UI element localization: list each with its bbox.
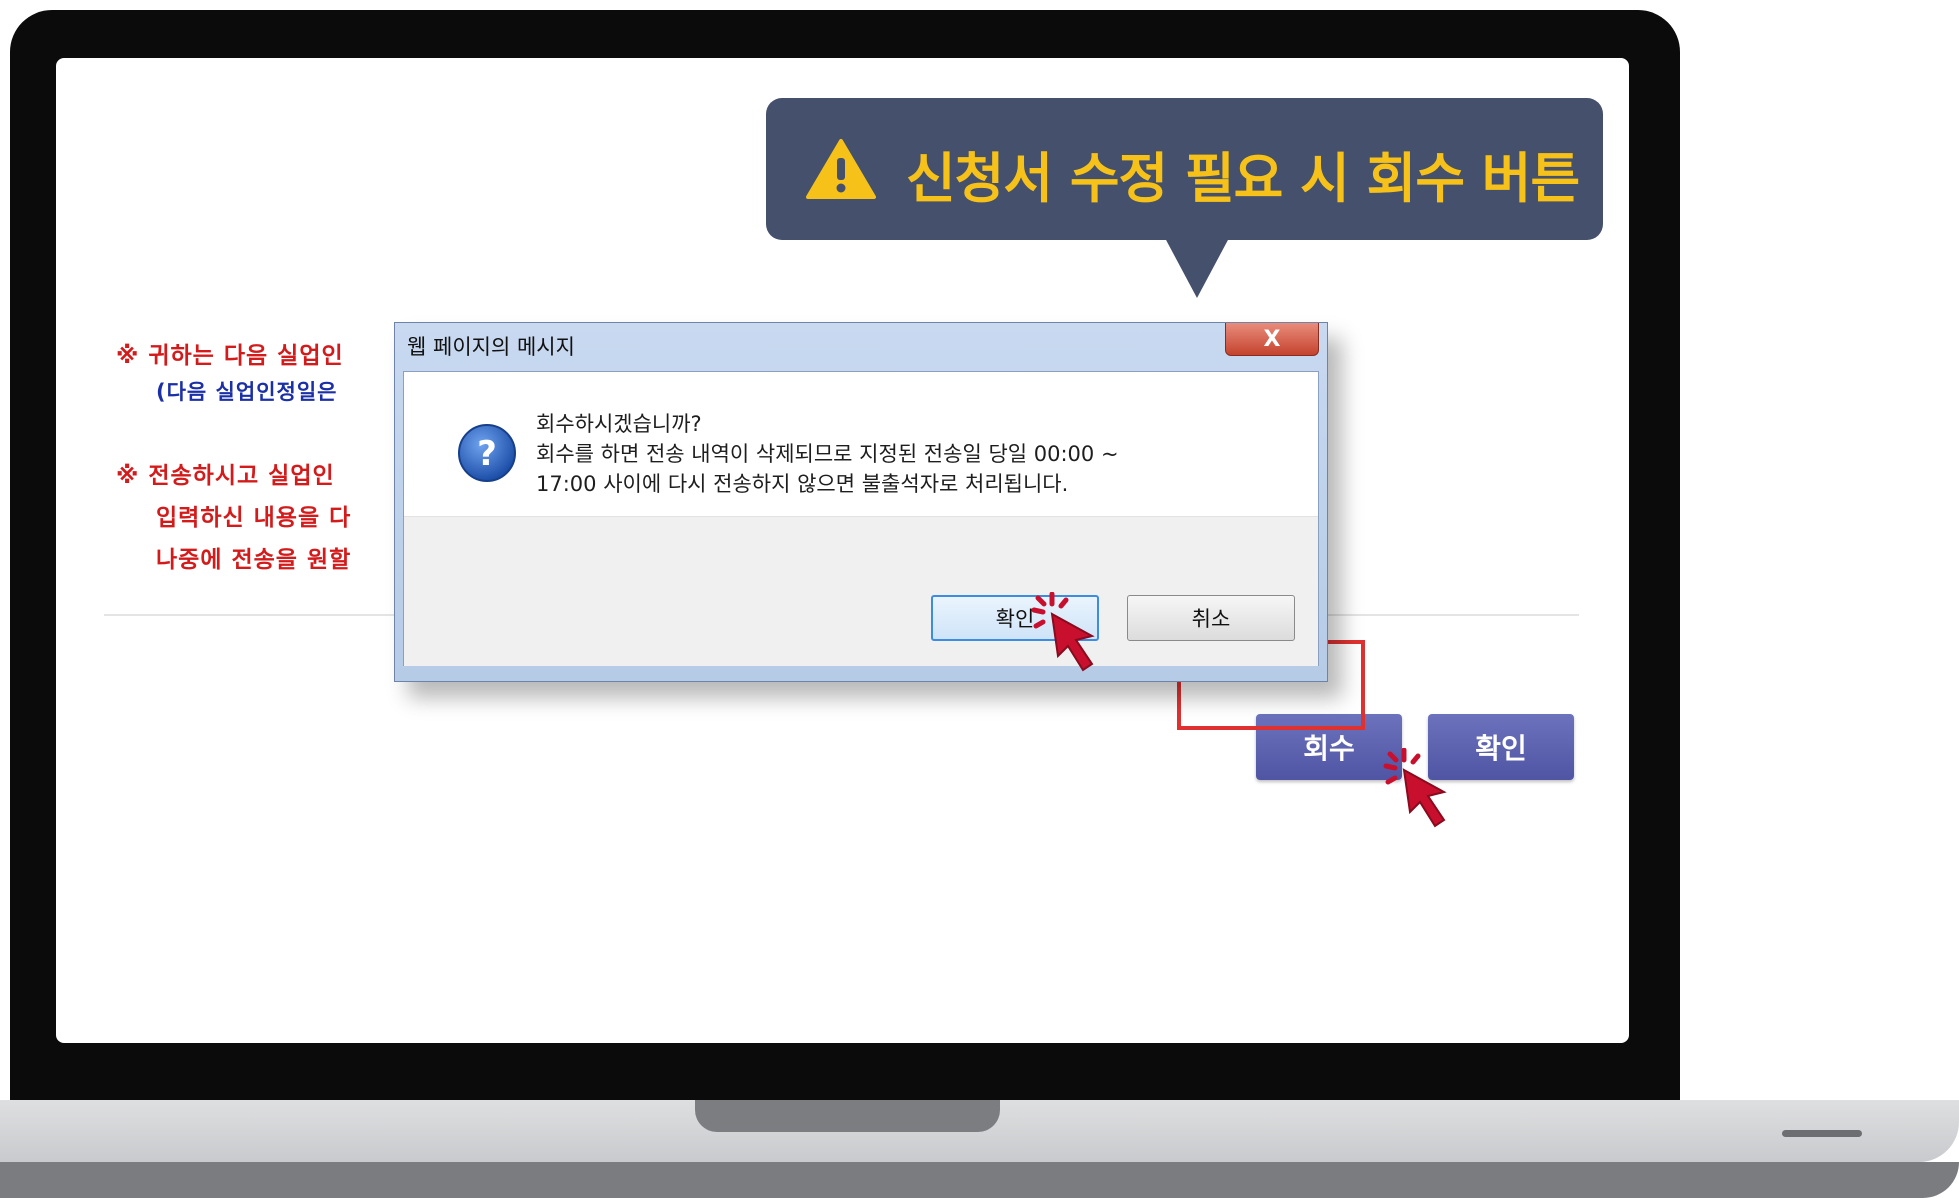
question-icon: ? <box>458 424 516 482</box>
dialog-click-cursor-icon <box>1031 592 1095 672</box>
note-line-3: ※ 전송하시고 실업인 <box>116 463 335 489</box>
note-line-4: 입력하신 내용을 다 <box>156 505 352 531</box>
callout-banner: 신청서 수정 필요 시 회수 버튼 <box>766 98 1603 240</box>
dialog-title: 웹 페이지의 메시지 <box>407 335 575 359</box>
note-line-1: ※ 귀하는 다음 실업인 <box>116 343 344 369</box>
dialog-question: 회수하시겠습니까? <box>536 412 702 436</box>
note-line-2: (다음 실업인정일은 <box>156 380 338 404</box>
dialog-footer <box>404 516 1318 666</box>
laptop-base-edge <box>0 1162 1959 1198</box>
click-cursor-icon <box>1383 748 1447 828</box>
svg-text:?: ? <box>477 434 497 474</box>
warning-icon <box>806 139 876 199</box>
dialog-message-line-1: 회수를 하면 전송 내역이 삭제되므로 지정된 전송일 당일 00:00 ~ <box>536 442 1119 466</box>
close-button[interactable]: X <box>1225 323 1319 356</box>
callout-tail <box>1165 238 1229 298</box>
dialog-cancel-button[interactable]: 취소 <box>1127 595 1295 641</box>
message-dialog: 웹 페이지의 메시지 X ? 회수하시겠습니까? 회수를 하면 전송 내역이 삭… <box>394 322 1328 682</box>
callout-text: 신청서 수정 필요 시 회수 버튼 <box>906 147 1580 210</box>
note-line-5: 나중에 전송을 원할 <box>156 547 352 573</box>
laptop-notch <box>695 1100 1000 1132</box>
dialog-message-line-2: 17:00 사이에 다시 전송하지 않으면 불출석자로 처리됩니다. <box>536 472 1069 496</box>
laptop-indicator <box>1782 1130 1862 1137</box>
